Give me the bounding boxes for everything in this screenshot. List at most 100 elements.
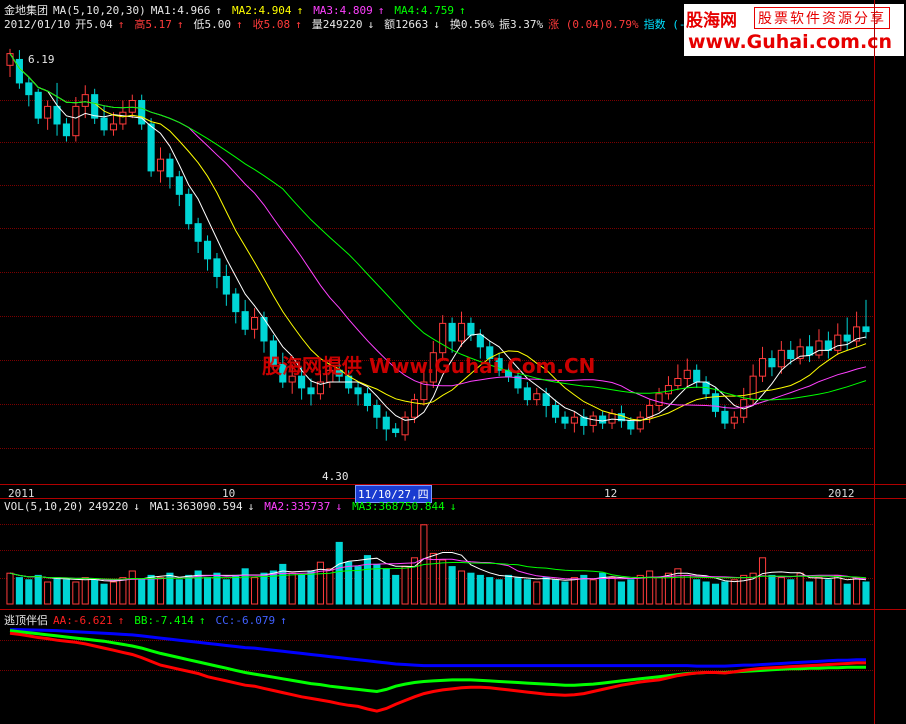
candle-body	[589, 415, 597, 426]
candle-body	[147, 123, 155, 172]
candle-body	[721, 410, 729, 424]
volume-bar	[768, 574, 776, 605]
candle-body	[457, 322, 466, 342]
volume-bar	[156, 577, 165, 605]
volume-bar	[203, 577, 212, 605]
volume-bar	[824, 579, 832, 605]
volume-bar	[354, 566, 362, 605]
volume-bar	[787, 579, 795, 605]
candle-body	[627, 420, 635, 430]
candle-body	[100, 117, 108, 131]
candle-body	[34, 91, 42, 119]
volume-bar	[260, 572, 268, 605]
volume-header: VOL(5,10,20) 249220 ↓ MA1:363090.594 ↓ MA2:33…	[4, 500, 466, 513]
candle-body	[683, 369, 691, 380]
volume-bar	[862, 581, 870, 605]
candle-body	[664, 385, 673, 395]
candle-body	[373, 404, 381, 418]
volume-bar	[279, 563, 287, 605]
candle-body	[222, 275, 230, 295]
candle-body	[241, 311, 249, 330]
indicator-name: 逃顶伴侣	[4, 614, 48, 627]
volume-bar	[523, 579, 531, 605]
candle-body	[175, 176, 183, 195]
candle-body	[787, 349, 795, 360]
volume-bar	[589, 579, 597, 605]
volume-bar	[232, 574, 240, 605]
volume-bar	[53, 577, 61, 605]
candle-body	[128, 100, 136, 113]
axis-label-oct: 10	[222, 487, 236, 500]
volume-bar	[138, 579, 146, 605]
vol-params: VOL(5,10,20)	[4, 500, 84, 513]
vol-value: 249220 ↓	[88, 500, 140, 513]
volume-bar	[91, 579, 99, 605]
volume-bar	[128, 570, 136, 605]
volume-bar	[457, 570, 466, 605]
candle-body	[91, 94, 99, 119]
vol-ma3-line	[9, 562, 867, 580]
volume-bar	[721, 581, 729, 605]
vol-ma1: MA1:363090.594 ↓	[149, 500, 255, 513]
volume-bar	[241, 568, 249, 605]
volume-bar	[740, 574, 748, 605]
candle-body	[44, 105, 52, 119]
volume-bar	[392, 574, 400, 605]
volume-bar	[81, 577, 89, 605]
volume-bar	[542, 577, 550, 605]
volume-bar	[834, 574, 842, 605]
volume-bar	[476, 574, 484, 605]
center-watermark: 股海网提供 Www.Guhai.Com.CN	[262, 354, 596, 378]
volume-bar	[514, 577, 522, 605]
candle-body	[608, 413, 616, 424]
candle-body	[185, 193, 193, 225]
indicator-layer	[9, 628, 866, 713]
volume-bar	[796, 572, 804, 605]
candle-body	[213, 258, 221, 277]
volume-bar	[298, 574, 306, 605]
candle-body	[166, 158, 174, 178]
candle-body	[15, 58, 23, 84]
volume-bar	[486, 577, 494, 605]
volume-bar	[843, 583, 851, 605]
volume-bar	[711, 583, 720, 605]
candle-body	[354, 387, 362, 395]
volume-bar	[307, 570, 315, 605]
candle-body	[768, 358, 776, 368]
volume-bar	[326, 568, 334, 605]
volume-bar	[504, 574, 513, 605]
volume-bar	[806, 581, 814, 605]
candle-body	[194, 223, 202, 242]
volume-bar	[401, 566, 409, 605]
candle-body	[62, 123, 70, 137]
candle-body	[81, 94, 89, 107]
volume-bar	[448, 566, 456, 605]
volume-bar	[570, 577, 578, 605]
candle-body	[476, 334, 484, 348]
volume-bar	[617, 581, 625, 605]
indicator-cc: CC:-6.079 ↑	[215, 614, 287, 627]
volume-bar	[6, 572, 14, 605]
indicator-header: 逃顶伴侣 AA:-6.621 ↑ BB:-7.414 ↑ CC:-6.079 ↑	[4, 612, 297, 628]
volume-bar	[345, 561, 353, 605]
indicator-bb-line	[9, 629, 866, 694]
volume-bar	[363, 555, 372, 605]
volume-bar	[34, 574, 42, 605]
volume-bar	[815, 577, 823, 605]
candle-body	[693, 369, 701, 383]
candle-body	[599, 415, 607, 424]
candle-body	[232, 293, 240, 313]
high-price-label: 6.19	[28, 53, 55, 66]
candle-body	[552, 404, 560, 418]
volume-bar	[251, 577, 259, 605]
candle-body	[6, 53, 14, 66]
candle-body	[119, 111, 127, 125]
candle-body	[448, 322, 456, 342]
volume-bar	[627, 579, 635, 605]
volume-ma-layer	[9, 552, 867, 583]
volume-bar	[608, 577, 616, 605]
volume-bar	[100, 583, 108, 605]
candle-body	[862, 326, 870, 333]
axis-label-dec: 12	[604, 487, 618, 500]
low-price-label: 4.30	[322, 470, 349, 483]
